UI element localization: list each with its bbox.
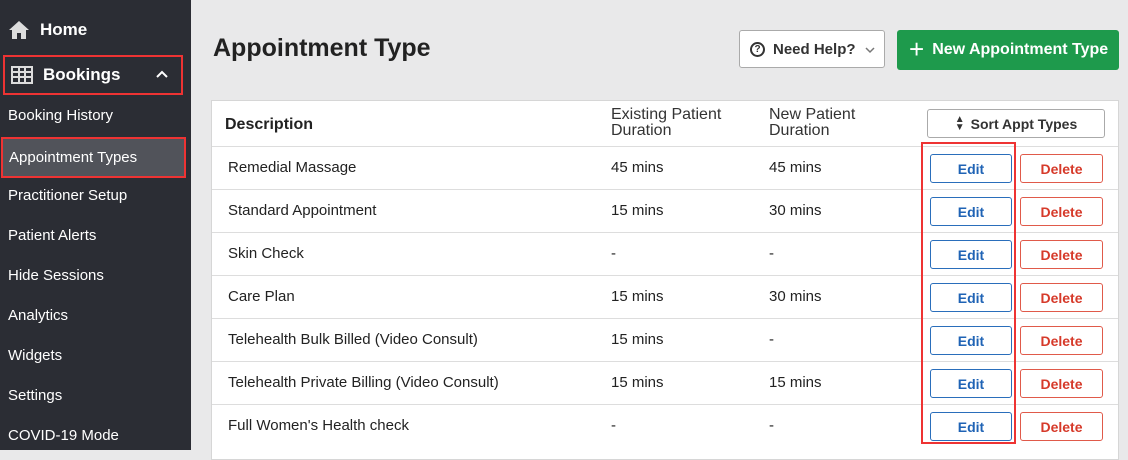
sidebar: Home Bookings Booking History Appointmen…	[0, 0, 191, 450]
delete-button[interactable]: Delete	[1020, 154, 1103, 183]
new-appointment-type-label: New Appointment Type	[932, 41, 1109, 58]
cell-description: Telehealth Private Billing (Video Consul…	[228, 374, 499, 391]
table-row: Care Plan 15 mins 30 mins Edit Delete	[212, 275, 1118, 318]
table-icon	[11, 64, 33, 86]
table-row: Skin Check - - Edit Delete	[212, 232, 1118, 275]
cell-new-duration: 30 mins	[769, 202, 822, 219]
column-header-line: Duration	[769, 122, 830, 139]
edit-button[interactable]: Edit	[930, 326, 1012, 355]
sidebar-item-covid-mode[interactable]: COVID-19 Mode	[8, 427, 119, 444]
table-row: Telehealth Private Billing (Video Consul…	[212, 361, 1118, 404]
sidebar-item-label: Appointment Types	[9, 149, 138, 166]
cell-description: Care Plan	[228, 288, 295, 305]
cell-description: Full Women's Health check	[228, 417, 409, 434]
column-header-line: Existing Patient	[611, 106, 722, 123]
sidebar-item-hide-sessions[interactable]: Hide Sessions	[8, 267, 104, 284]
cell-new-duration: -	[769, 417, 774, 434]
cell-description: Skin Check	[228, 245, 304, 262]
sort-icon: ▲ ▼	[954, 113, 965, 133]
cell-new-duration: 45 mins	[769, 159, 822, 176]
sort-appt-types-button[interactable]: ▲ ▼ Sort Appt Types	[927, 109, 1105, 138]
sidebar-bookings[interactable]: Bookings	[3, 55, 183, 95]
cell-description: Remedial Massage	[228, 159, 357, 176]
column-header-description: Description	[225, 116, 314, 133]
cell-new-duration: 30 mins	[769, 288, 822, 305]
new-appointment-type-button[interactable]: + New Appointment Type	[897, 30, 1119, 70]
cell-description: Telehealth Bulk Billed (Video Consult)	[228, 331, 478, 348]
edit-button[interactable]: Edit	[930, 283, 1012, 312]
edit-button[interactable]: Edit	[930, 412, 1012, 441]
edit-button[interactable]: Edit	[930, 197, 1012, 226]
table-row: Remedial Massage 45 mins 45 mins Edit Delete	[212, 146, 1118, 189]
sidebar-item-booking-history[interactable]: Booking History	[8, 107, 113, 124]
sidebar-item-practitioner-setup[interactable]: Practitioner Setup	[8, 187, 127, 204]
sidebar-home-label: Home	[40, 20, 88, 39]
sidebar-item-settings[interactable]: Settings	[8, 387, 62, 404]
edit-button[interactable]: Edit	[930, 240, 1012, 269]
sidebar-bookings-label: Bookings	[43, 65, 121, 84]
appointment-types-table: Description Existing Patient Duration Ne…	[211, 100, 1119, 460]
cell-existing-duration: 15 mins	[611, 288, 664, 305]
home-icon	[8, 19, 30, 41]
sidebar-item-appointment-types[interactable]: Appointment Types	[1, 137, 186, 178]
cell-existing-duration: 15 mins	[611, 331, 664, 348]
cell-existing-duration: 15 mins	[611, 374, 664, 391]
cell-new-duration: -	[769, 245, 774, 262]
need-help-label: Need Help?	[773, 40, 856, 58]
delete-button[interactable]: Delete	[1020, 326, 1103, 355]
delete-button[interactable]: Delete	[1020, 197, 1103, 226]
cell-existing-duration: -	[611, 245, 616, 262]
page-title: Appointment Type	[213, 34, 431, 62]
delete-button[interactable]: Delete	[1020, 412, 1103, 441]
cell-new-duration: 15 mins	[769, 374, 822, 391]
column-header-new-duration: New Patient Duration	[769, 107, 879, 139]
column-header-existing-duration: Existing Patient Duration	[611, 107, 751, 139]
sort-label: Sort Appt Types	[970, 115, 1078, 132]
sidebar-home[interactable]: Home	[8, 10, 87, 50]
sidebar-item-patient-alerts[interactable]: Patient Alerts	[8, 227, 96, 244]
need-help-button[interactable]: ? Need Help?	[739, 30, 885, 68]
delete-button[interactable]: Delete	[1020, 240, 1103, 269]
chevron-up-icon[interactable]	[153, 66, 171, 84]
plus-icon: +	[909, 34, 925, 64]
cell-existing-duration: 45 mins	[611, 159, 664, 176]
cell-new-duration: -	[769, 331, 774, 348]
edit-button[interactable]: Edit	[930, 369, 1012, 398]
sidebar-item-analytics[interactable]: Analytics	[8, 307, 68, 324]
cell-existing-duration: 15 mins	[611, 202, 664, 219]
question-icon: ?	[750, 41, 765, 57]
table-row: Full Women's Health check - - Edit Delete	[212, 404, 1118, 447]
chevron-down-icon	[864, 43, 876, 60]
delete-button[interactable]: Delete	[1020, 369, 1103, 398]
sidebar-item-widgets[interactable]: Widgets	[8, 347, 62, 364]
column-header-line: New Patient	[769, 106, 856, 123]
column-header-line: Duration	[611, 122, 672, 139]
delete-button[interactable]: Delete	[1020, 283, 1103, 312]
edit-button[interactable]: Edit	[930, 154, 1012, 183]
table-row: Standard Appointment 15 mins 30 mins Edit De…	[212, 189, 1118, 232]
table-row: Telehealth Bulk Billed (Video Consult) 15…	[212, 318, 1118, 361]
cell-existing-duration: -	[611, 417, 616, 434]
cell-description: Standard Appointment	[228, 202, 377, 219]
